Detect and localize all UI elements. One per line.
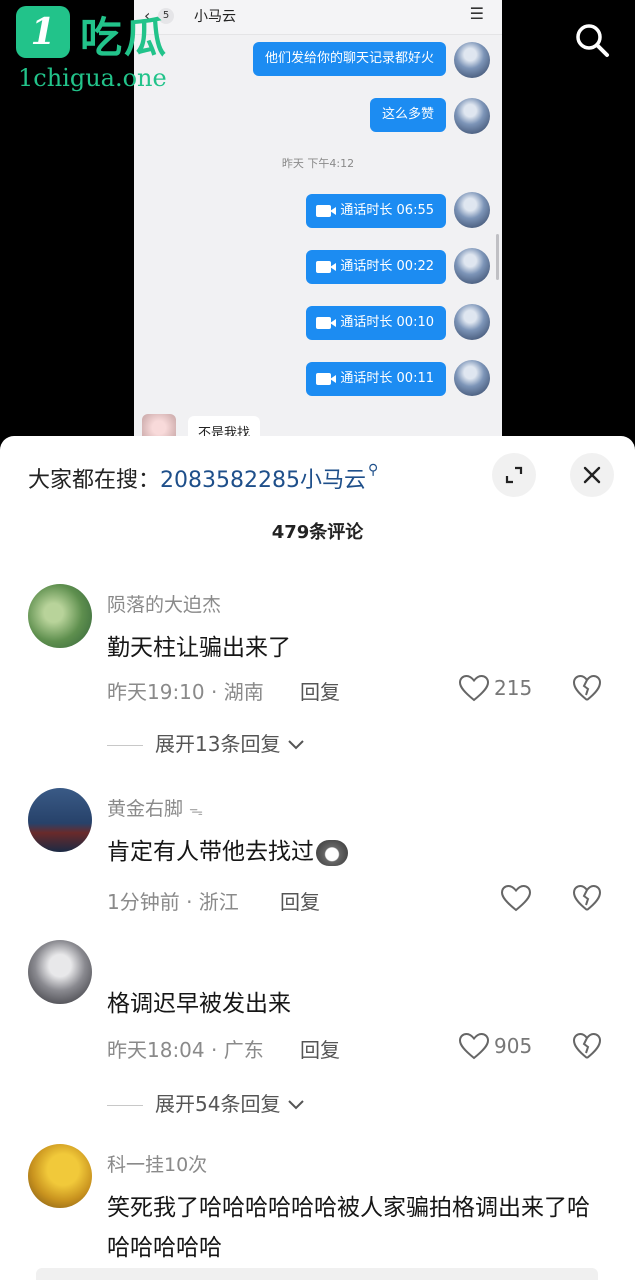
- comment-item: 格调迟早被发出来 昨天18:04 · 广东 回复 905 展开54条回复: [0, 940, 635, 1120]
- heart-icon[interactable]: [458, 674, 490, 702]
- search-prefix: 大家都在搜：: [28, 468, 161, 493]
- scrollbar: [496, 234, 499, 280]
- comment-text: 笑死我了哈哈哈哈哈哈被人家骗拍格调出来了哈哈哈哈哈哈: [107, 1195, 590, 1261]
- comment-count: 479条评论: [271, 522, 364, 543]
- comment-text: 格调迟早被发出来: [107, 991, 291, 1017]
- expand-replies-label: 展开54条回复: [155, 1092, 281, 1116]
- call-record-text: 通话时长 06:55: [340, 203, 434, 218]
- emoji-icon: [316, 839, 348, 866]
- video-camera-icon: [316, 317, 337, 329]
- comment-text: 肯定有人带他去找过: [107, 832, 612, 872]
- comment-meta: 昨天19:10 · 湖南: [107, 680, 264, 704]
- call-record-text: 通话时长 00:10: [340, 315, 434, 330]
- expand-replies-button[interactable]: 展开13条回复: [107, 728, 305, 757]
- call-record: 通话时长 00:11: [306, 362, 446, 396]
- comment-item: 科一挂10次 笑死我了哈哈哈哈哈哈被人家骗拍格调出来了哈哈哈哈哈哈: [0, 1144, 635, 1280]
- reply-button[interactable]: 回复: [300, 1034, 340, 1063]
- heart-icon[interactable]: [500, 884, 532, 912]
- comment-input-bar[interactable]: [36, 1268, 598, 1280]
- call-record: 通话时长 00:22: [306, 250, 446, 284]
- chat-timestamp: 昨天 下午4:12: [281, 157, 355, 170]
- divider: [107, 1105, 143, 1106]
- reply-button[interactable]: 回复: [300, 676, 340, 705]
- watermark-badge: 1: [16, 6, 70, 58]
- menu-icon: ☰: [469, 4, 484, 23]
- watermark-title: 吃瓜: [80, 13, 169, 62]
- video-camera-icon: [316, 205, 337, 217]
- like-count: 905: [494, 1034, 533, 1058]
- avatar[interactable]: [28, 940, 92, 1004]
- comment-meta: 1分钟前 · 浙江: [107, 890, 239, 914]
- video-area[interactable]: ‹ 5 小马云 ☰ 他们发给你的聊天记录都好火 这么多赞 昨天 下午4:12 通…: [0, 0, 635, 440]
- avatar: [454, 248, 490, 284]
- close-icon: [583, 466, 601, 484]
- search-query-link[interactable]: 2083582285小马云: [160, 468, 366, 493]
- call-record: 通话时长 00:10: [306, 306, 446, 340]
- call-record-text: 通话时长 00:11: [340, 371, 434, 386]
- broken-heart-icon[interactable]: [572, 1032, 602, 1060]
- call-record: 通话时长 06:55: [306, 194, 446, 228]
- comment-username[interactable]: 黄金右脚 ᯓ: [107, 794, 203, 821]
- avatar[interactable]: [28, 788, 92, 852]
- call-record-text: 通话时长 00:22: [340, 259, 434, 274]
- expand-button[interactable]: [492, 453, 536, 497]
- close-button[interactable]: [570, 453, 614, 497]
- avatar: [454, 304, 490, 340]
- search-icon: ⚲: [368, 462, 379, 478]
- comment-text: 勤天柱让骗出来了: [107, 635, 291, 661]
- broken-heart-icon[interactable]: [572, 674, 602, 702]
- chat-contact-name: 小马云: [194, 9, 236, 25]
- user-badge-icon: ᯓ: [189, 803, 203, 819]
- expand-replies-button[interactable]: 展开54条回复: [107, 1088, 305, 1117]
- chat-header: ‹ 5 小马云 ☰: [134, 0, 502, 35]
- comment-item: 陨落的大迫杰 勤天柱让骗出来了 昨天19:10 · 湖南 回复 215 展开13…: [0, 584, 635, 764]
- comment-username[interactable]: 陨落的大迫杰: [107, 590, 221, 617]
- chevron-down-icon: [288, 740, 304, 750]
- chat-message: 他们发给你的聊天记录都好火: [252, 42, 446, 76]
- search-icon[interactable]: [572, 20, 612, 60]
- avatar: [454, 42, 490, 78]
- comment-username[interactable]: 科一挂10次: [107, 1150, 207, 1177]
- watermark-url: 1chigua.one: [18, 64, 167, 92]
- divider: [107, 745, 143, 746]
- avatar: [454, 192, 490, 228]
- chat-screenshot: ‹ 5 小马云 ☰ 他们发给你的聊天记录都好火 这么多赞 昨天 下午4:12 通…: [134, 0, 502, 440]
- search-suggestion[interactable]: 大家都在搜：2083582285小马云 ⚲: [28, 462, 378, 494]
- avatar[interactable]: [28, 1144, 92, 1208]
- broken-heart-icon[interactable]: [572, 884, 602, 912]
- video-camera-icon: [316, 373, 337, 385]
- comment-text-content: 肯定有人带他去找过: [107, 839, 314, 865]
- comment-meta: 昨天18:04 · 广东: [107, 1038, 264, 1062]
- comment-sheet: 大家都在搜：2083582285小马云 ⚲ 479条评论 陨落的大迫杰 勤天柱让骗…: [0, 436, 635, 1280]
- comment-item: 黄金右脚 ᯓ 肯定有人带他去找过 1分钟前 · 浙江 回复: [0, 788, 635, 928]
- chevron-down-icon: [288, 1100, 304, 1110]
- avatar: [454, 360, 490, 396]
- reply-button[interactable]: 回复: [280, 886, 320, 915]
- expand-replies-label: 展开13条回复: [155, 732, 281, 756]
- avatar: [454, 98, 490, 134]
- video-camera-icon: [316, 261, 337, 273]
- chat-message: 这么多赞: [369, 98, 446, 132]
- like-count: 215: [494, 676, 533, 700]
- heart-icon[interactable]: [458, 1032, 490, 1060]
- expand-icon: [505, 466, 523, 484]
- avatar[interactable]: [28, 584, 92, 648]
- comment-username-text: 黄金右脚: [107, 798, 184, 820]
